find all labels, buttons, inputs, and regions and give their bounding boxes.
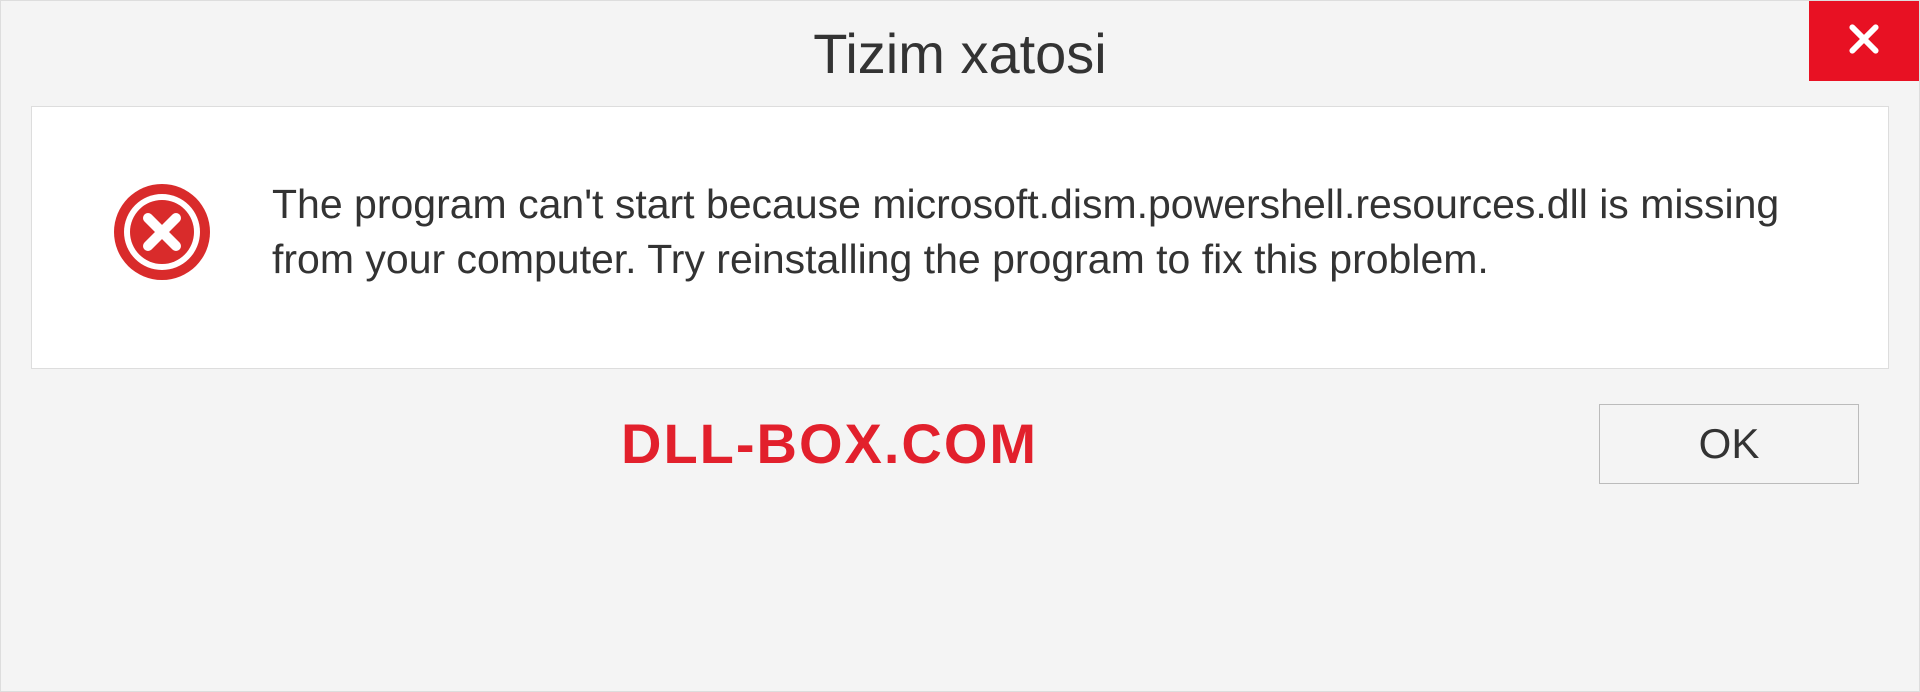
title-bar: Tizim xatosi [1,1,1919,106]
error-icon [112,182,212,282]
close-button[interactable] [1809,1,1919,81]
watermark-text: DLL-BOX.COM [621,411,1038,476]
dialog-footer: DLL-BOX.COM OK [1,369,1919,484]
ok-button[interactable]: OK [1599,404,1859,484]
close-icon [1844,19,1884,64]
dialog-title: Tizim xatosi [813,21,1107,86]
error-message: The program can't start because microsof… [272,177,1828,288]
content-panel: The program can't start because microsof… [31,106,1889,369]
